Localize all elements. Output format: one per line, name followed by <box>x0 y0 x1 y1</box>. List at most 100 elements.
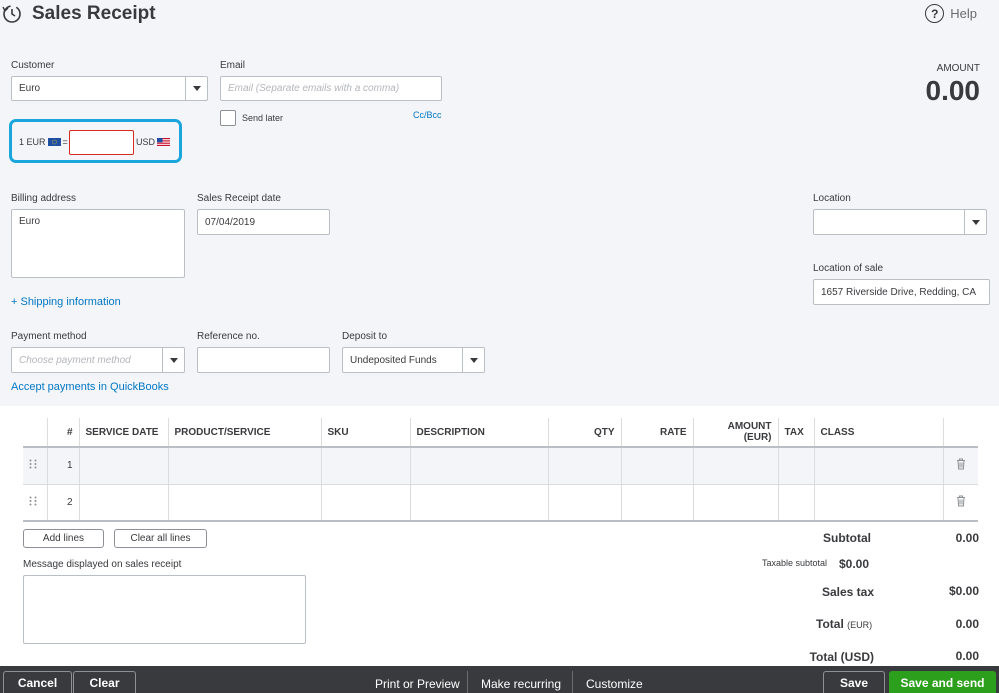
shipping-information-link[interactable]: + Shipping information <box>11 296 121 308</box>
rate-cell[interactable] <box>621 447 694 485</box>
recent-history-icon[interactable] <box>2 3 22 25</box>
description-cell[interactable] <box>410 447 549 485</box>
deposit-to-select[interactable]: Undeposited Funds <box>342 347 485 373</box>
service-date-cell[interactable] <box>79 484 169 522</box>
total-eur-label: Total (EUR) <box>816 617 872 631</box>
amount-cell[interactable] <box>693 484 779 522</box>
description-cell[interactable] <box>410 484 549 522</box>
chevron-down-icon <box>469 357 478 363</box>
location-dropdown-button[interactable] <box>964 210 986 234</box>
footer-divider <box>467 671 468 693</box>
reference-no-label: Reference no. <box>197 331 260 342</box>
customer-label: Customer <box>11 60 55 71</box>
location-select[interactable] <box>813 209 987 235</box>
make-recurring-button[interactable]: Make recurring <box>481 677 561 691</box>
table-row[interactable]: 2 <box>23 484 978 522</box>
page-title: Sales Receipt <box>32 3 156 24</box>
taxable-subtotal-value: $0.00 <box>839 557 870 571</box>
customer-select[interactable]: Euro <box>11 76 208 101</box>
reference-no-field[interactable] <box>197 347 330 373</box>
total-currency: (EUR) <box>847 620 873 630</box>
col-drag-header <box>23 418 48 448</box>
drag-handle-icon[interactable] <box>23 484 48 522</box>
print-preview-button[interactable]: Print or Preview <box>375 677 460 691</box>
col-tax-header: TAX <box>778 418 815 448</box>
subtotal-value: 0.00 <box>955 531 979 545</box>
message-label: Message displayed on sales receipt <box>23 559 182 570</box>
clear-all-lines-button[interactable]: Clear all lines <box>114 529 207 548</box>
class-cell[interactable] <box>814 447 944 485</box>
subtotal-label: Subtotal <box>823 531 871 545</box>
taxable-subtotal-label: Taxable subtotal <box>762 558 828 568</box>
qty-cell[interactable] <box>548 447 622 485</box>
eu-flag-icon <box>47 138 61 146</box>
customer-value: Euro <box>19 83 41 94</box>
chevron-down-icon <box>192 86 201 91</box>
exchange-base-currency: 1 EUR <box>19 137 46 147</box>
total-label: Total <box>816 617 844 631</box>
drag-handle-icon[interactable] <box>23 447 48 485</box>
chevron-down-icon <box>169 357 178 363</box>
location-label: Location <box>813 193 851 204</box>
table-header-row: # SERVICE DATE PRODUCT/SERVICE SKU DESCR… <box>23 418 978 448</box>
customer-dropdown-button[interactable] <box>185 77 207 100</box>
sales-tax-value: $0.00 <box>948 584 979 598</box>
sku-cell[interactable] <box>321 447 411 485</box>
sku-cell[interactable] <box>321 484 411 522</box>
email-field[interactable]: Email (Separate emails with a comma) <box>220 76 442 101</box>
cancel-button[interactable]: Cancel <box>3 671 72 693</box>
col-sku-header: SKU <box>321 418 411 448</box>
trash-icon[interactable] <box>943 447 978 485</box>
exchange-rate-input[interactable] <box>69 130 134 155</box>
trash-icon[interactable] <box>943 484 978 522</box>
save-and-send-button[interactable]: Save and send <box>889 671 996 693</box>
send-later-checkbox[interactable] <box>220 110 236 126</box>
deposit-to-value: Undeposited Funds <box>350 354 437 366</box>
location-of-sale-label: Location of sale <box>813 263 884 274</box>
col-rate-header: RATE <box>621 418 694 448</box>
save-button[interactable]: Save <box>823 671 885 693</box>
deposit-to-dropdown-button[interactable] <box>462 348 484 372</box>
customize-button[interactable]: Customize <box>586 677 643 691</box>
product-service-cell[interactable] <box>168 447 322 485</box>
total-usd-value: 0.00 <box>955 649 979 663</box>
receipt-date-label: Sales Receipt date <box>197 193 281 204</box>
tax-cell[interactable] <box>778 484 815 522</box>
col-amount-header: AMOUNT (EUR) <box>693 418 779 448</box>
col-qty-header: QTY <box>548 418 622 448</box>
sales-tax-label: Sales tax <box>821 585 874 599</box>
accept-payments-link[interactable]: Accept payments in QuickBooks <box>11 381 169 393</box>
payment-method-dropdown-button[interactable] <box>162 348 184 372</box>
billing-address-field[interactable]: Euro <box>11 209 185 278</box>
help-icon: ? <box>925 4 945 23</box>
deposit-to-label: Deposit to <box>342 331 388 342</box>
cc-bcc-link[interactable]: Cc/Bcc <box>413 110 442 120</box>
row-number: 2 <box>47 484 80 522</box>
clear-button[interactable]: Clear <box>73 671 136 693</box>
add-lines-button[interactable]: Add lines <box>23 529 104 548</box>
rate-cell[interactable] <box>621 484 694 522</box>
class-cell[interactable] <box>814 484 944 522</box>
amount-cell[interactable] <box>693 447 779 485</box>
message-field[interactable] <box>23 575 306 644</box>
col-delete-header <box>943 418 978 448</box>
total-eur-value: 0.00 <box>955 617 979 631</box>
tax-cell[interactable] <box>778 447 815 485</box>
table-row[interactable]: 1 <box>23 447 978 485</box>
col-service-date-header: SERVICE DATE <box>79 418 169 448</box>
payment-method-select[interactable]: Choose payment method <box>11 347 185 373</box>
col-number-header: # <box>47 418 80 448</box>
product-service-cell[interactable] <box>168 484 322 522</box>
billing-address-label: Billing address <box>11 193 77 204</box>
receipt-date-field[interactable]: 07/04/2019 <box>197 209 330 235</box>
location-of-sale-field[interactable]: 1657 Riverside Drive, Redding, CA <box>813 279 990 305</box>
service-date-cell[interactable] <box>79 447 169 485</box>
col-product-service-header: PRODUCT/SERVICE <box>168 418 322 448</box>
qty-cell[interactable] <box>548 484 622 522</box>
help-link[interactable]: ? Help <box>925 4 977 23</box>
payment-method-placeholder: Choose payment method <box>19 354 131 366</box>
chevron-down-icon <box>971 219 980 225</box>
exchange-base: 1 EUR = <box>19 137 68 147</box>
email-label: Email <box>220 60 246 71</box>
exchange-target-currency: USD <box>136 137 156 147</box>
